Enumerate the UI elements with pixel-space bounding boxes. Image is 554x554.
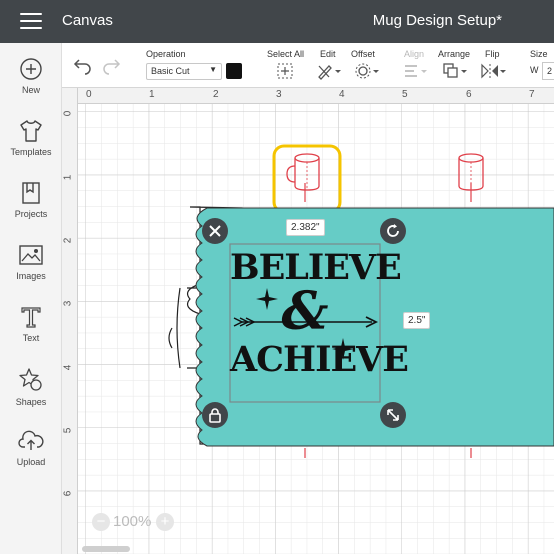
size-label: Size: [530, 49, 548, 59]
arrange-label: Arrange: [438, 49, 471, 59]
sparkle-icon: [256, 288, 278, 310]
design-text-achieve: ACHIEVE: [230, 339, 409, 380]
resize-handle[interactable]: [380, 402, 406, 428]
select-all-label: Select All: [267, 49, 305, 59]
flip-label: Flip: [485, 49, 500, 59]
sidebar-item-images[interactable]: Images: [0, 243, 62, 299]
text-t-icon: [21, 307, 41, 328]
sidebar-item-text[interactable]: Text: [0, 305, 62, 361]
align-icon[interactable]: [402, 62, 428, 80]
mug-icon[interactable]: [272, 144, 342, 214]
sidebar: New Templates Projects Images Text Shape…: [0, 43, 62, 554]
rotate-icon: [387, 224, 399, 237]
sidebar-item-new[interactable]: New: [0, 57, 62, 113]
redo-icon[interactable]: [100, 55, 122, 75]
cloud-upload-icon: [18, 430, 44, 450]
width-input[interactable]: 2: [542, 62, 554, 80]
zoom-out-button[interactable]: −: [92, 513, 110, 531]
operation-color-swatch[interactable]: [226, 63, 242, 79]
select-all-icon[interactable]: [276, 62, 294, 80]
image-icon: [19, 245, 43, 265]
operation-value: Basic Cut: [151, 66, 190, 76]
horizontal-scrollbar[interactable]: [82, 546, 130, 552]
size-w-label: W: [530, 65, 539, 75]
plus-circle-icon: [20, 58, 42, 80]
operation-select[interactable]: Basic Cut ▼: [146, 63, 222, 80]
height-dimension-label: 2.5": [403, 312, 431, 329]
design-canvas[interactable]: 0 1 2 3 4 5 6 7 0 1 2 3 4 5 6 BELIEVE & …: [62, 88, 554, 554]
operation-label: Operation: [146, 49, 186, 59]
hamburger-menu-icon[interactable]: [20, 13, 42, 30]
sidebar-item-label: Projects: [14, 209, 48, 219]
arrange-icon[interactable]: [442, 62, 468, 80]
resize-diagonal-icon: [387, 409, 399, 421]
close-icon: [209, 225, 221, 237]
app-title: Canvas: [62, 12, 113, 29]
undo-icon[interactable]: [72, 55, 94, 75]
sidebar-item-label: Shapes: [15, 397, 47, 407]
sidebar-item-shapes[interactable]: Shapes: [0, 367, 62, 423]
design-artwork[interactable]: BELIEVE & ACHIEVE: [230, 244, 409, 402]
align-label: Align: [404, 49, 425, 59]
sidebar-item-label: New: [21, 85, 40, 95]
zoom-level: 100%: [113, 513, 152, 530]
project-name[interactable]: Mug Design Setup*: [373, 12, 502, 29]
edit-icon[interactable]: [316, 62, 342, 80]
chevron-down-icon: ▼: [209, 65, 217, 74]
width-dimension-label: 2.382": [286, 219, 325, 236]
delete-handle[interactable]: [202, 218, 228, 244]
sidebar-item-templates[interactable]: Templates: [0, 119, 62, 175]
lock-handle[interactable]: [202, 402, 228, 428]
sidebar-item-label: Templates: [10, 147, 52, 157]
sidebar-item-upload[interactable]: Upload: [0, 429, 62, 485]
bookmark-icon: [22, 182, 40, 204]
offset-label: Offset: [351, 49, 375, 59]
flip-icon[interactable]: [480, 62, 506, 80]
zoom-control: − 100% +: [92, 512, 178, 534]
rotate-handle[interactable]: [380, 218, 406, 244]
shapes-icon: [19, 368, 42, 391]
lock-icon: [209, 408, 221, 423]
arrow-icon: [233, 316, 379, 328]
edit-label: Edit: [320, 49, 336, 59]
sidebar-item-projects[interactable]: Projects: [0, 181, 62, 237]
sidebar-item-label: Upload: [16, 457, 46, 467]
toolbar: Operation Basic Cut ▼ Select All Edit Of…: [62, 43, 554, 88]
title-bar: Canvas Mug Design Setup*: [0, 0, 554, 43]
zoom-in-button[interactable]: +: [156, 513, 174, 531]
offset-icon[interactable]: [354, 62, 380, 80]
sidebar-item-label: Images: [16, 271, 46, 281]
shirt-icon: [20, 120, 42, 142]
sparkle-icon: [332, 338, 354, 360]
sidebar-item-label: Text: [22, 333, 40, 343]
